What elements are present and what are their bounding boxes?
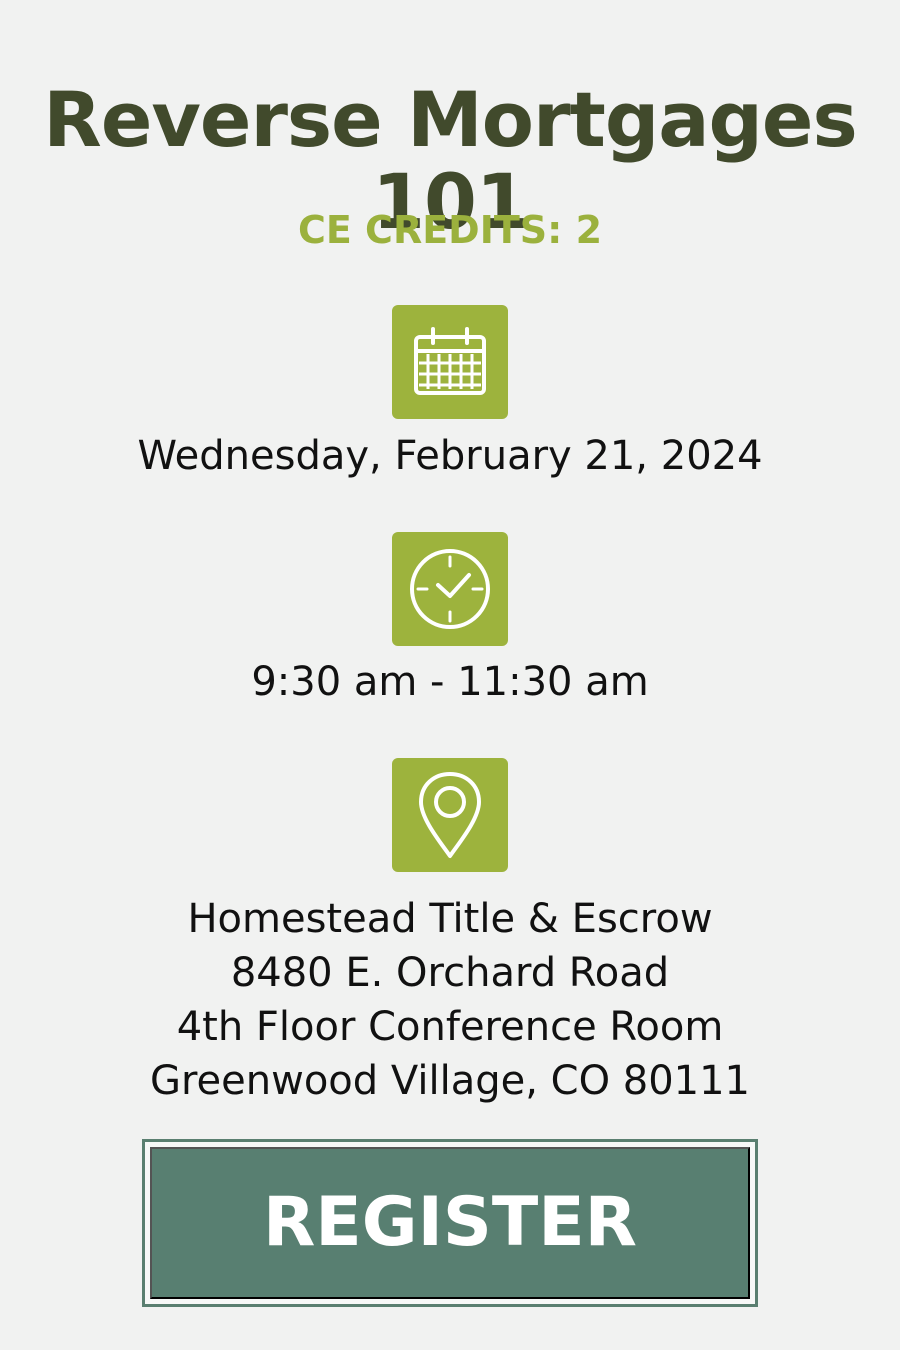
event-location: Homestead Title & Escrow 8480 E. Orchard… — [0, 892, 900, 1108]
ce-credits-label: CE CREDITS: 2 — [297, 208, 603, 252]
clock-icon-tile — [392, 532, 508, 646]
calendar-icon — [414, 327, 486, 395]
register-button-frame: REGISTER — [142, 1139, 758, 1307]
page-title-line-1: Reverse Mortgages — [43, 74, 857, 164]
event-time: 9:30 am - 11:30 am — [251, 659, 649, 705]
location-pin-icon — [419, 772, 481, 858]
location-line-2: 8480 E. Orchard Road — [230, 950, 670, 996]
location-line-3: 4th Floor Conference Room — [176, 1004, 724, 1050]
event-flyer: Reverse Mortgages 101 CE CREDITS: 2 Wedn… — [0, 0, 900, 1350]
location-line-4: Greenwood Village, CO 80111 — [149, 1058, 751, 1104]
location-icon-tile — [392, 758, 508, 872]
calendar-icon-tile — [392, 305, 508, 419]
event-date: Wednesday, February 21, 2024 — [137, 433, 763, 479]
location-line-1: Homestead Title & Escrow — [187, 896, 713, 942]
clock-icon — [410, 549, 490, 629]
register-button[interactable]: REGISTER — [150, 1147, 750, 1299]
